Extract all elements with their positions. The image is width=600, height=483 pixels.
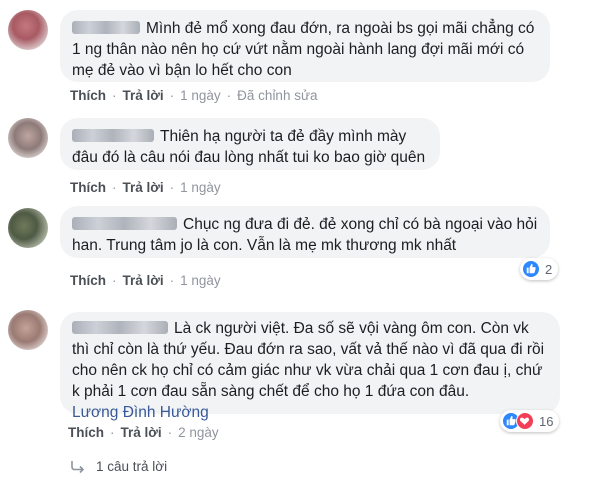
like-link[interactable]: Thích (70, 273, 106, 288)
avatar[interactable] (8, 310, 48, 350)
heart-reaction-icon (516, 412, 534, 430)
comment-bubble: Thiên hạ người ta đẻ đầy mình mày đâu đó… (60, 118, 440, 170)
like-link[interactable]: Thích (70, 88, 106, 103)
mentioned-name-link[interactable]: Lương Đình Hường (72, 404, 209, 421)
comment-text: Mình đẻ mổ xong đau đớn, ra ngoài bs gọi… (72, 20, 535, 79)
blurred-author-name[interactable] (72, 21, 140, 34)
timestamp[interactable]: 1 ngày (180, 180, 221, 195)
comment-actions: Thích · Trả lời · 2 ngày (68, 425, 219, 440)
reaction-summary[interactable]: 2 (520, 258, 559, 280)
timestamp[interactable]: 2 ngày (178, 425, 219, 440)
edited-label[interactable]: Đã chỉnh sửa (237, 88, 317, 103)
reply-link[interactable]: Trả lời (123, 180, 164, 195)
comment-bubble: Là ck người việt. Đa số sẽ vội vàng ôm c… (60, 312, 560, 421)
avatar[interactable] (8, 10, 48, 50)
separator: · (226, 88, 232, 103)
separator: · (112, 180, 117, 195)
comment-actions: Thích · Trả lời · 1 ngày (70, 273, 221, 288)
reply-link[interactable]: Trả lời (123, 88, 164, 103)
timestamp[interactable]: 1 ngày (180, 273, 221, 288)
like-reaction-icon (522, 260, 540, 278)
avatar[interactable] (8, 208, 48, 248)
reaction-count: 2 (545, 261, 553, 277)
timestamp[interactable]: 1 ngày (180, 88, 221, 103)
separator: · (112, 88, 117, 103)
comment-bubble: Mình đẻ mổ xong đau đớn, ra ngoài bs gọi… (60, 10, 550, 82)
separator: · (112, 273, 117, 288)
like-link[interactable]: Thích (70, 180, 106, 195)
blurred-author-name[interactable] (72, 129, 154, 142)
comment-actions: Thích · Trả lời · 1 ngày (70, 180, 221, 195)
separator: · (167, 425, 173, 440)
like-link[interactable]: Thích (68, 425, 104, 440)
avatar[interactable] (8, 118, 48, 158)
reply-arrow-icon (70, 460, 86, 474)
separator: · (110, 425, 115, 440)
separator: · (169, 88, 175, 103)
comment-bubble: Chục ng đưa đi đẻ. đẻ xong chỉ có bà ngo… (60, 206, 550, 258)
blurred-author-name[interactable] (72, 217, 177, 230)
comment-actions: Thích · Trả lời · 1 ngày · Đã chỉnh sửa (70, 88, 318, 103)
replies-count-label[interactable]: 1 câu trả lời (96, 459, 167, 474)
reply-link[interactable]: Trả lời (123, 273, 164, 288)
separator: · (169, 273, 175, 288)
blurred-author-name[interactable] (72, 321, 168, 334)
reaction-count: 16 (539, 413, 554, 429)
reaction-summary[interactable]: 16 (500, 410, 560, 432)
view-replies-link[interactable]: 1 câu trả lời (70, 459, 167, 474)
separator: · (169, 180, 175, 195)
reply-link[interactable]: Trả lời (121, 425, 162, 440)
